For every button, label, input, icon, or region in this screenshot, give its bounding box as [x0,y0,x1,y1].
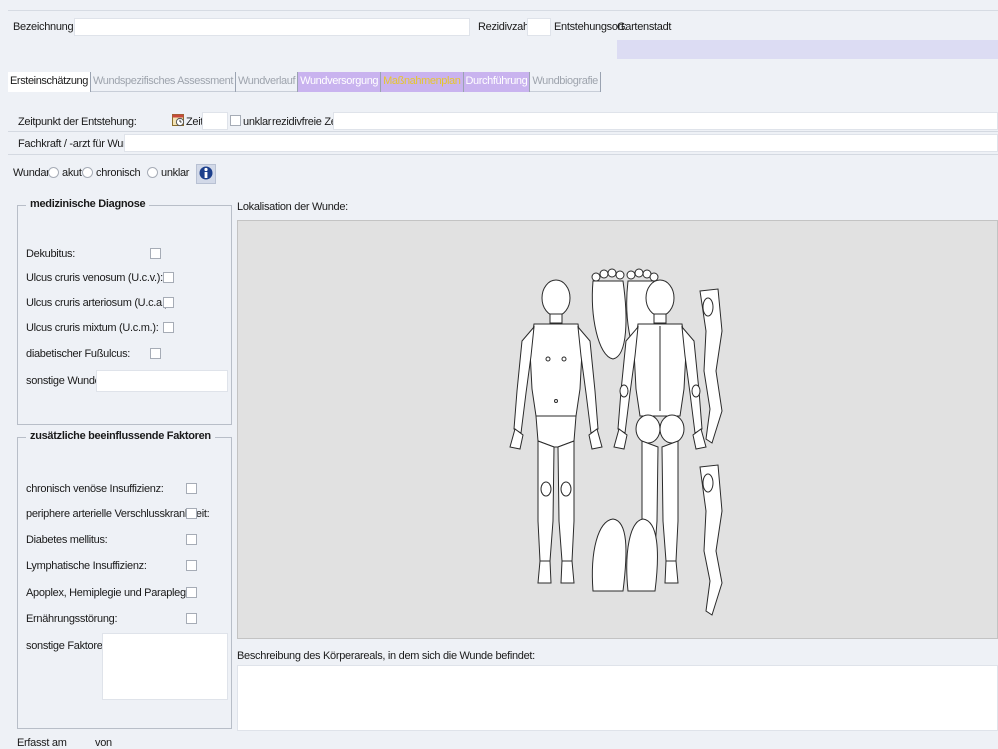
wundart-chronisch-label: chronisch [96,167,141,179]
faktor-label-diabetes: Diabetes mellitus: [26,534,108,546]
sonstige-faktoren-label: sonstige Faktoren: [26,640,112,652]
tab-wundverlauf[interactable]: Wundverlauf [236,72,299,92]
fachkraft-input[interactable] [124,134,998,152]
info-button[interactable] [196,164,216,184]
wundart-chronisch-radio[interactable] [82,167,93,178]
leg-side-top-figure [699,288,723,444]
faktor-checkbox-pavk[interactable] [186,508,197,519]
diagnose-title: medizinische Diagnose [26,198,150,210]
tab-durchfuehrung[interactable]: Durchführung [463,72,531,92]
bezeichnung-input[interactable] [74,18,470,36]
tab-wundversorgung[interactable]: Wundversorgung [298,72,382,92]
faktor-checkbox-cvi[interactable] [186,483,197,494]
faktor-label-cvi: chronisch venöse Insuffizienz: [26,483,164,495]
tab-massnahmenplan[interactable]: Maßnahmenplan [381,72,464,92]
beschreibung-label: Beschreibung des Körperareals, in dem si… [237,650,535,662]
sonstige-wunde-input[interactable] [96,370,228,392]
zeit-input[interactable] [202,112,228,130]
tab-ersteinschaetzung[interactable]: Ersteinschätzung [8,72,91,92]
body-front-figure [509,279,603,584]
body-map-canvas[interactable] [237,220,998,639]
zeitpunkt-label: Zeitpunkt der Entstehung: [18,116,137,128]
diagnose-checkbox-uca[interactable] [163,297,174,308]
diagnose-label-ucm: Ulcus cruris mixtum (U.c.m.): [26,322,159,334]
lokalisation-label: Lokalisation der Wunde: [237,201,348,213]
entstehungsort-value[interactable]: Gartenstadt [617,21,671,33]
diagnose-label-dekubitus: Dekubitus: [26,248,75,260]
leg-side-bottom-figure [699,464,723,616]
faktor-checkbox-diabetes[interactable] [186,534,197,545]
faktor-checkbox-ernaehrung[interactable] [186,613,197,624]
von-label: von [95,737,112,749]
entstehungsort-label: Entstehungsort: [554,21,627,33]
rezidivzahl-input[interactable] [527,18,551,36]
soles-bottom-figure [591,518,658,592]
unklar-label: unklar [243,116,272,128]
body-map-figure[interactable] [238,221,998,640]
faktor-checkbox-apoplex[interactable] [186,587,197,598]
row-divider [8,154,998,155]
sonstige-faktoren-textarea[interactable] [102,633,228,700]
tab-bar: Ersteinschätzung Wundspezifisches Assess… [8,72,601,92]
wundart-akut-radio[interactable] [48,167,59,178]
faktor-label-ernaehrung: Ernährungsstörung: [26,613,118,625]
entstehungsort-strip [617,40,998,59]
faktoren-title: zusätzliche beeinflussende Faktoren [26,430,215,442]
unklar-checkbox[interactable] [230,115,241,126]
diagnose-label-ucv: Ulcus cruris venosum (U.c.v.): [26,272,163,284]
wundart-unklar-label: unklar [161,167,190,179]
sonstige-wunde-label: sonstige Wunde: [26,375,104,387]
diagnose-checkbox-fussulcus[interactable] [150,348,161,359]
info-person-icon [199,165,213,184]
tab-wundbiografie[interactable]: Wundbiografie [530,72,601,92]
diagnose-checkbox-ucv[interactable] [163,272,174,283]
diagnose-checkbox-dekubitus[interactable] [150,248,161,259]
rezidivfreie-zeit-input[interactable] [333,112,998,130]
diagnose-group [17,205,232,425]
faktor-label-lymph: Lymphatische Insuffizienz: [26,560,147,572]
wundart-unklar-radio[interactable] [147,167,158,178]
beschreibung-textarea[interactable] [237,665,998,731]
faktor-label-pavk: periphere arterielle Verschlusskrankheit… [26,508,210,520]
calendar-clock-icon[interactable] [172,113,185,127]
faktor-checkbox-lymph[interactable] [186,560,197,571]
tab-wundspezifisches-assessment[interactable]: Wundspezifisches Assessment [91,72,236,92]
diagnose-label-fussulcus: diabetischer Fußulcus: [26,348,131,360]
wundart-akut-label: akut [62,167,82,179]
faktor-label-apoplex: Apoplex, Hemiplegie und Paraplegie: [26,587,197,599]
rezidivzahl-label: Rezidivzahl: [478,21,534,33]
bezeichnung-label: Bezeichnung: [13,21,77,33]
erfasst-am-label: Erfasst am [17,737,67,749]
diagnose-checkbox-ucm[interactable] [163,322,174,333]
row-divider [8,131,998,132]
diagnose-label-uca: Ulcus cruris arteriosum (U.c.a.): [26,297,171,309]
